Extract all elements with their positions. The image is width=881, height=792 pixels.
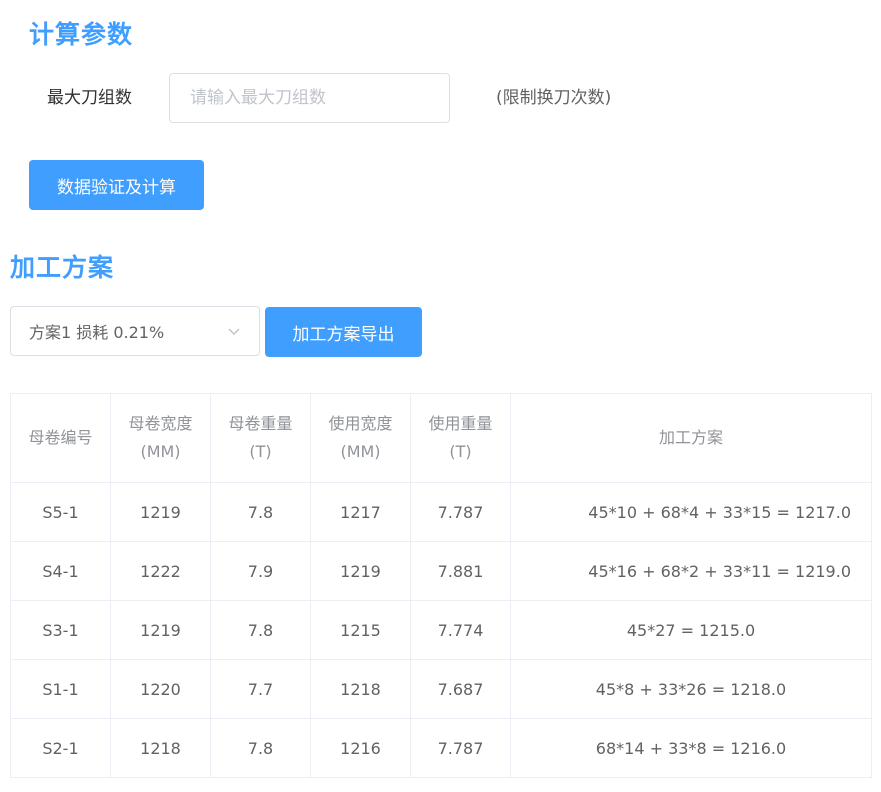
cell-coil-weight: 7.7 — [210, 659, 311, 719]
header-coil-weight-unit: (T) — [249, 442, 272, 461]
cell-coil-id: S4-1 — [10, 541, 111, 601]
header-used-width-label: 使用宽度 — [328, 414, 393, 433]
cell-used-weight: 7.881 — [410, 541, 511, 601]
cell-used-width: 1216 — [310, 718, 411, 778]
table-row: S2-1 1218 7.8 1216 7.787 68*14 + 33*8 = … — [10, 718, 872, 778]
plan-select-value: 方案1 损耗 0.21% — [29, 323, 165, 342]
cell-processing-plan: 45*16 + 68*2 + 33*11 = 1219.0 — [510, 541, 872, 601]
cell-processing-plan: 45*8 + 33*26 = 1218.0 — [510, 659, 872, 719]
cell-coil-id: S5-1 — [10, 482, 111, 542]
cell-used-width: 1219 — [310, 541, 411, 601]
cell-used-weight: 7.787 — [410, 718, 511, 778]
table-row: S5-1 1219 7.8 1217 7.787 45*10 + 68*4 + … — [10, 482, 872, 542]
cell-coil-weight: 7.8 — [210, 600, 311, 660]
header-used-weight-unit: (T) — [449, 442, 472, 461]
table-row: S4-1 1222 7.9 1219 7.881 45*16 + 68*2 + … — [10, 541, 872, 601]
cell-processing-plan: 45*27 = 1215.0 — [510, 600, 872, 660]
header-coil-width-unit: (MM) — [140, 442, 181, 461]
processing-plan-title: 加工方案 — [10, 253, 115, 282]
header-processing-plan-label: 加工方案 — [658, 428, 723, 447]
cell-coil-width: 1219 — [110, 482, 211, 542]
page: 计算参数 最大刀组数 (限制换刀次数) 数据验证及计算 加工方案 方案1 损耗 … — [0, 0, 881, 792]
cell-coil-width: 1219 — [110, 600, 211, 660]
cell-used-width: 1217 — [310, 482, 411, 542]
header-used-width: 使用宽度 (MM) — [310, 393, 411, 483]
header-coil-width: 母卷宽度 (MM) — [110, 393, 211, 483]
header-coil-id-label: 母卷编号 — [28, 428, 93, 447]
cell-used-weight: 7.687 — [410, 659, 511, 719]
table-row: S1-1 1220 7.7 1218 7.687 45*8 + 33*26 = … — [10, 659, 872, 719]
header-used-weight-label: 使用重量 — [428, 414, 493, 433]
max-knife-group-label: 最大刀组数 — [47, 88, 132, 108]
header-coil-weight-label: 母卷重量 — [228, 414, 293, 433]
cell-used-width: 1218 — [310, 659, 411, 719]
max-knife-group-input[interactable] — [169, 73, 450, 123]
export-plan-button[interactable]: 加工方案导出 — [265, 307, 422, 357]
cell-coil-weight: 7.8 — [210, 482, 311, 542]
cell-coil-id: S2-1 — [10, 718, 111, 778]
header-processing-plan: 加工方案 — [510, 393, 872, 483]
cell-used-weight: 7.787 — [410, 482, 511, 542]
chevron-down-icon — [227, 324, 241, 338]
table-header-row: 母卷编号 母卷宽度 (MM) 母卷重量 (T) 使用宽度 (MM) 使用重量 (… — [10, 393, 872, 483]
cell-coil-id: S3-1 — [10, 600, 111, 660]
cell-coil-weight: 7.8 — [210, 718, 311, 778]
calc-params-title: 计算参数 — [29, 20, 134, 49]
knife-change-limit-hint: (限制换刀次数) — [496, 88, 612, 108]
cell-coil-width: 1220 — [110, 659, 211, 719]
header-used-width-unit: (MM) — [340, 442, 381, 461]
cell-coil-id: S1-1 — [10, 659, 111, 719]
cell-coil-width: 1218 — [110, 718, 211, 778]
validate-calculate-button[interactable]: 数据验证及计算 — [29, 160, 204, 210]
cell-coil-width: 1222 — [110, 541, 211, 601]
header-used-weight: 使用重量 (T) — [410, 393, 511, 483]
plan-table: 母卷编号 母卷宽度 (MM) 母卷重量 (T) 使用宽度 (MM) 使用重量 (… — [10, 393, 872, 778]
table-row: S3-1 1219 7.8 1215 7.774 45*27 = 1215.0 — [10, 600, 872, 660]
header-coil-weight: 母卷重量 (T) — [210, 393, 311, 483]
header-coil-width-label: 母卷宽度 — [128, 414, 193, 433]
cell-processing-plan: 45*10 + 68*4 + 33*15 = 1217.0 — [510, 482, 872, 542]
cell-used-width: 1215 — [310, 600, 411, 660]
cell-coil-weight: 7.9 — [210, 541, 311, 601]
cell-used-weight: 7.774 — [410, 600, 511, 660]
cell-processing-plan: 68*14 + 33*8 = 1216.0 — [510, 718, 872, 778]
plan-select[interactable]: 方案1 损耗 0.21% — [10, 306, 260, 356]
header-coil-id: 母卷编号 — [10, 393, 111, 483]
